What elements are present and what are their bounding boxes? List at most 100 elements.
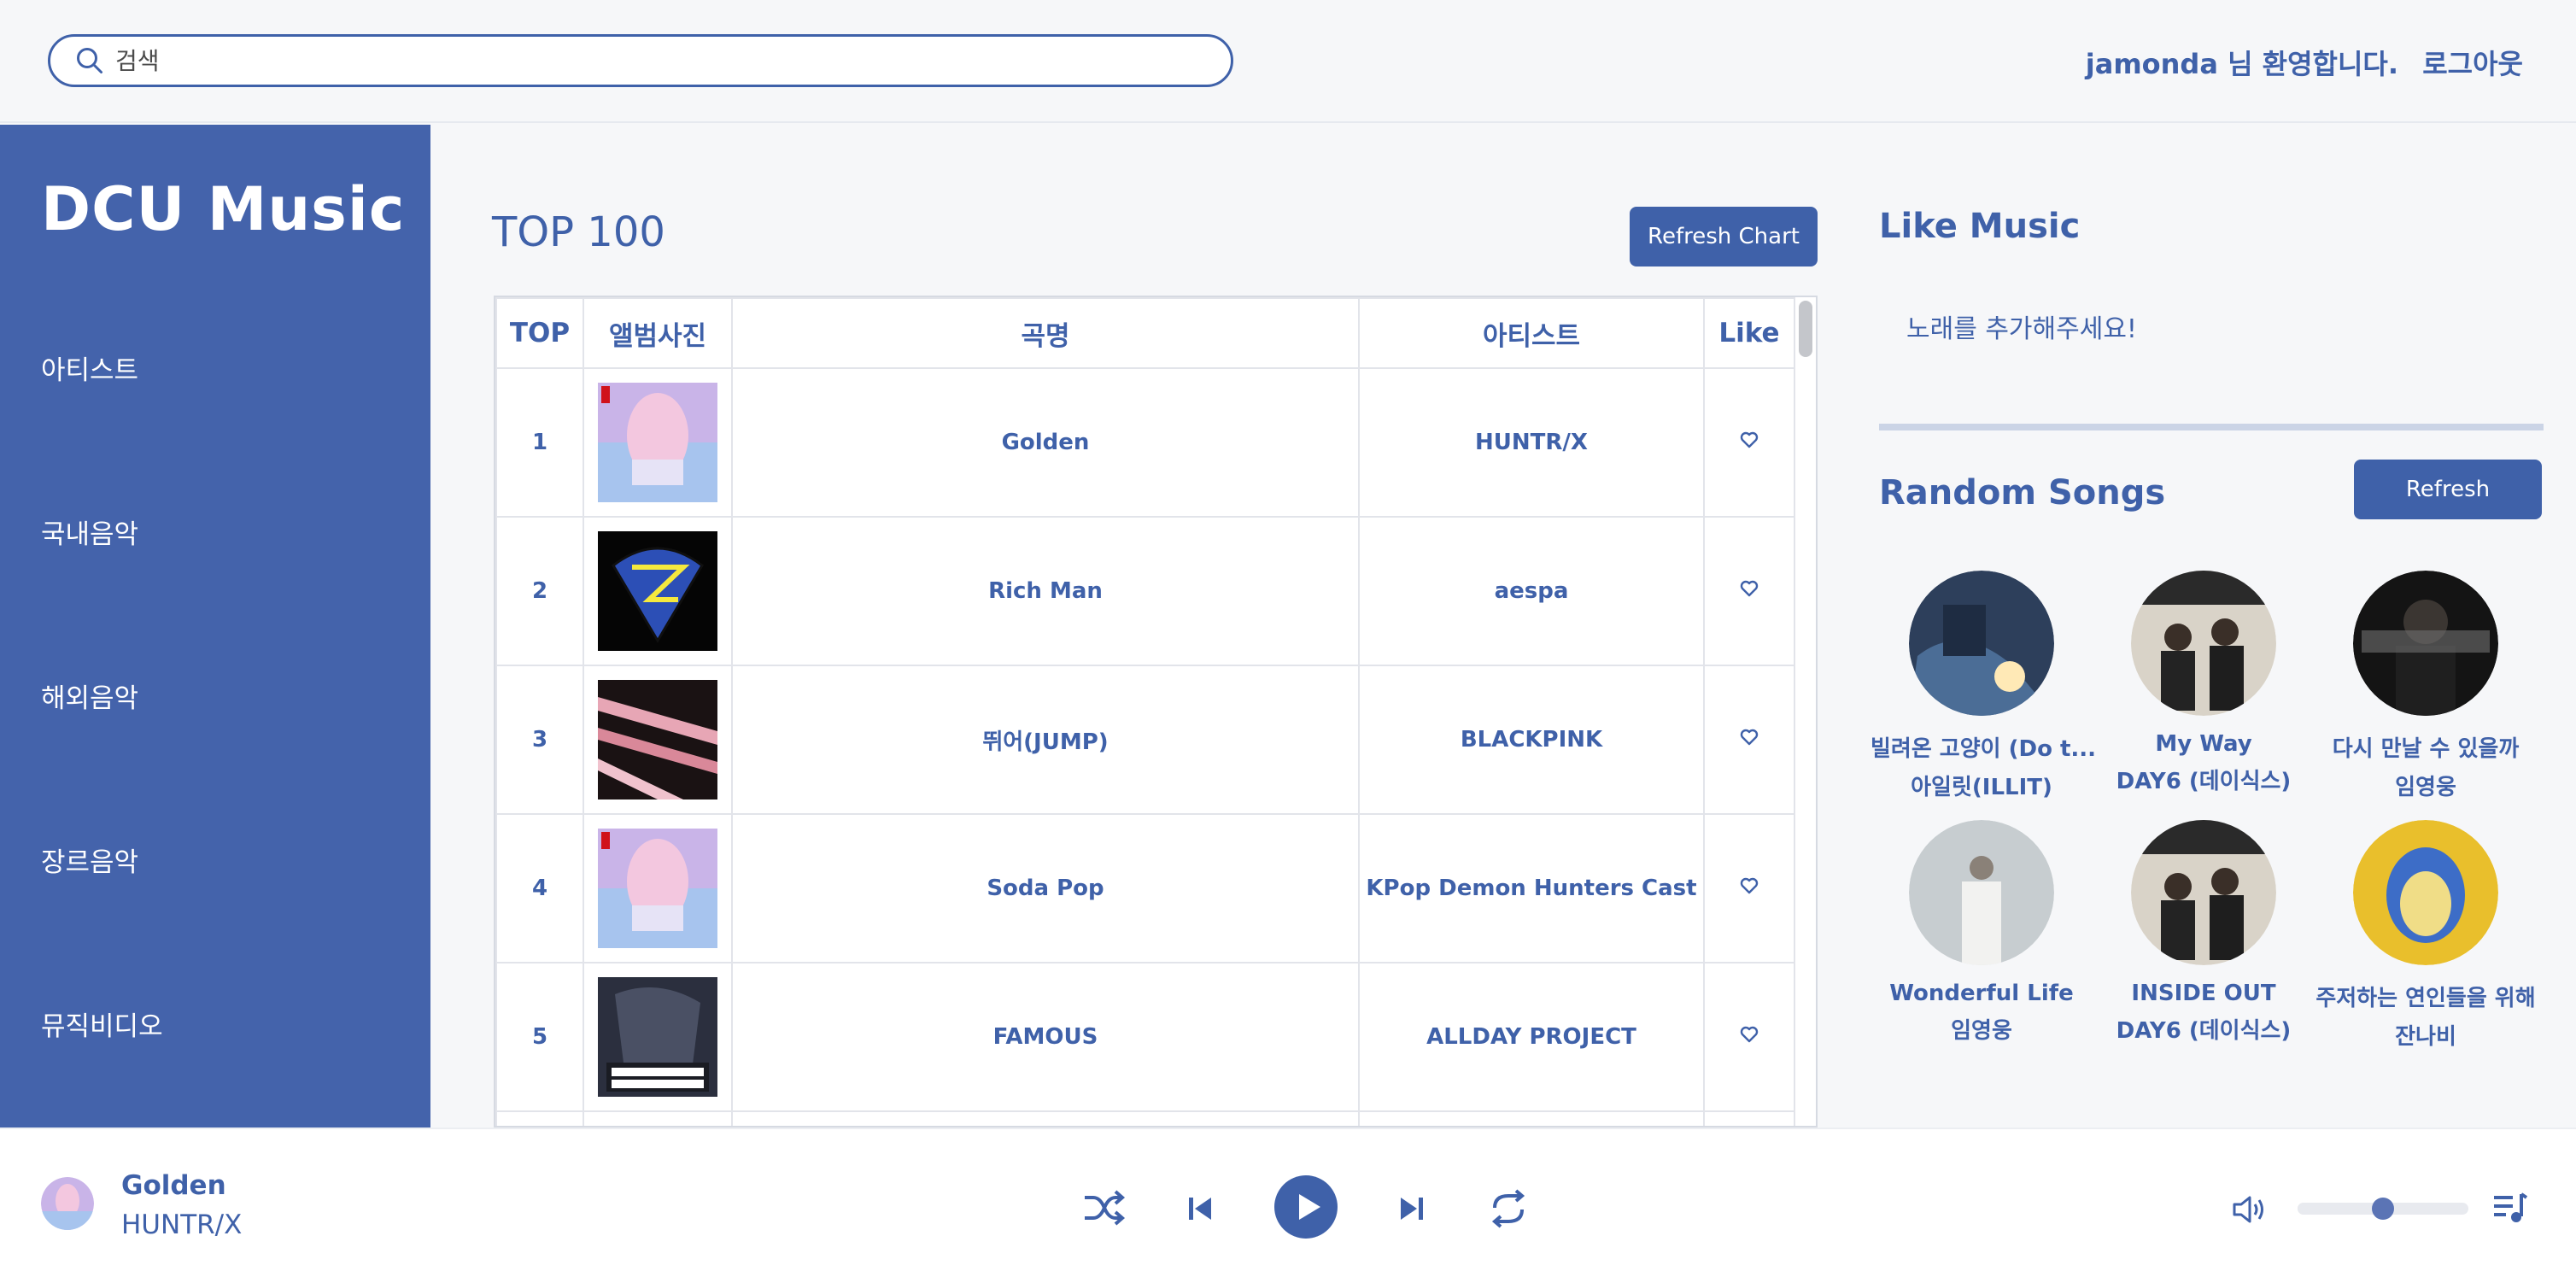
album-cover (598, 977, 717, 1097)
column-header-album: 앨범사진 (583, 297, 733, 369)
like-cell (1703, 962, 1795, 1112)
playlist-icon[interactable] (2492, 1191, 2528, 1225)
random-song-card[interactable]: INSIDE OUT DAY6 (데이식스) (2093, 820, 2315, 1045)
album-cover (598, 531, 717, 651)
previous-icon[interactable] (1186, 1194, 1215, 1223)
album-cell (583, 962, 733, 1112)
sidebar-item-music-video[interactable]: 뮤직비디오 (41, 1004, 163, 1043)
song-title: 빌려온 고양이 (Do t... (1871, 736, 2097, 762)
song-title-cell[interactable]: Golden (731, 367, 1360, 518)
album-cell (583, 367, 733, 518)
table-row[interactable]: 3 뛰어(JUMP) BLACKPINK (495, 665, 1795, 815)
rank-cell: 1 (495, 367, 584, 518)
random-song-card[interactable]: Wonderful Life 임영웅 (1871, 820, 2093, 1045)
play-button[interactable] (1274, 1175, 1338, 1239)
table-row[interactable]: 1 Golden HUNTR/X (495, 367, 1795, 518)
heart-icon[interactable] (1739, 1024, 1759, 1045)
refresh-random-button[interactable]: Refresh (2354, 460, 2542, 519)
table-row[interactable] (495, 1110, 1795, 1126)
column-header-like: Like (1703, 297, 1795, 369)
random-songs-title: Random Songs (1879, 473, 2166, 512)
column-header-rank: TOP (495, 297, 584, 369)
song-artist: 임영웅 (1951, 1018, 2012, 1044)
repeat-icon[interactable] (1488, 1189, 1529, 1228)
sidebar-item-domestic[interactable]: 국내음악 (41, 512, 138, 551)
volume-icon[interactable] (2231, 1194, 2265, 1225)
artist-cell[interactable]: KPop Demon Hunters Cast (1358, 813, 1705, 964)
now-playing-title: Golden (121, 1170, 226, 1201)
heart-icon[interactable] (1739, 430, 1759, 450)
song-artist: DAY6 (데이식스) (2116, 1018, 2292, 1044)
artist-cell[interactable]: BLACKPINK (1358, 665, 1705, 815)
now-playing-cover (41, 1177, 94, 1230)
column-header-artist: 아티스트 (1358, 297, 1705, 369)
song-artist: 잔나비 (2395, 1024, 2456, 1050)
volume-slider-fill (2298, 1203, 2383, 1215)
song-artist: 아일릿(ILLIT) (1911, 775, 2052, 800)
chart-table[interactable]: TOP 앨범사진 곡명 아티스트 Like 1 Golden HUNTR/X 2… (494, 296, 1818, 1128)
rank-cell: 5 (495, 962, 584, 1112)
artist-cell[interactable]: HUNTR/X (1358, 367, 1705, 518)
rank-cell: 3 (495, 665, 584, 815)
refresh-chart-button[interactable]: Refresh Chart (1630, 207, 1818, 266)
table-row[interactable]: 2 Rich Man aespa (495, 516, 1795, 666)
table-scrollbar[interactable] (1799, 301, 1812, 357)
column-header-title: 곡명 (731, 297, 1360, 369)
album-cover (598, 829, 717, 948)
song-cover (2131, 820, 2276, 965)
song-title: My Way (2155, 731, 2252, 757)
chart-title: TOP 100 (492, 208, 665, 256)
heart-icon[interactable] (1739, 727, 1759, 747)
like-cell (1703, 516, 1795, 666)
album-cell (583, 1110, 733, 1126)
song-cover (2353, 820, 2498, 965)
table-header-row: TOP 앨범사진 곡명 아티스트 Like (495, 297, 1795, 369)
song-cover (1909, 571, 2054, 716)
song-title: Wonderful Life (1889, 981, 2074, 1006)
table-row[interactable]: 4 Soda Pop KPop Demon Hunters Cast (495, 813, 1795, 964)
album-cell (583, 813, 733, 964)
volume-slider-knob[interactable] (2372, 1198, 2394, 1220)
header: jamonda 님 환영합니다. 로그아웃 (0, 0, 2576, 123)
sidebar: DCU Music 아티스트 국내음악 해외음악 장르음악 뮤직비디오 (0, 125, 430, 1128)
app-logo[interactable]: DCU Music (41, 174, 405, 244)
volume-slider[interactable] (2298, 1198, 2468, 1220)
song-title: 주저하는 연인들을 위해 (2315, 986, 2536, 1011)
like-cell (1703, 665, 1795, 815)
player-bar: Golden HUNTR/X (0, 1128, 2576, 1271)
logout-link[interactable]: 로그아웃 (2422, 43, 2523, 82)
artist-cell[interactable]: aespa (1358, 516, 1705, 666)
song-cover (2131, 571, 2276, 716)
like-music-title: Like Music (1879, 207, 2081, 246)
song-artist: 임영웅 (2395, 775, 2456, 800)
table-row[interactable]: 5 FAMOUS ALLDAY PROJECT (495, 962, 1795, 1112)
sidebar-item-international[interactable]: 해외음악 (41, 676, 138, 715)
search-icon (77, 48, 102, 73)
next-icon[interactable] (1397, 1194, 1426, 1223)
song-title-cell[interactable]: Soda Pop (731, 813, 1360, 964)
random-song-card[interactable]: My Way DAY6 (데이식스) (2093, 571, 2315, 795)
search-bar[interactable] (48, 34, 1233, 87)
random-song-card[interactable]: 빌려온 고양이 (Do t... 아일릿(ILLIT) (1871, 571, 2097, 801)
song-title-cell[interactable]: FAMOUS (731, 962, 1360, 1112)
song-title: INSIDE OUT (2131, 981, 2276, 1006)
song-title-cell[interactable]: 뛰어(JUMP) (731, 665, 1360, 815)
like-music-empty-text: 노래를 추가해주세요! (1906, 314, 2137, 344)
album-cell (583, 665, 733, 815)
welcome-suffix: 님 환영합니다. (2217, 48, 2398, 80)
heart-icon[interactable] (1739, 578, 1759, 599)
shuffle-icon[interactable] (1081, 1189, 1126, 1227)
like-cell (1703, 367, 1795, 518)
album-cover (598, 680, 717, 800)
heart-icon[interactable] (1739, 876, 1759, 896)
search-input[interactable] (115, 46, 1183, 75)
random-song-card[interactable]: 다시 만날 수 있을까 임영웅 (2315, 571, 2537, 801)
artist-cell[interactable]: ALLDAY PROJECT (1358, 962, 1705, 1112)
username: jamonda (2085, 48, 2218, 80)
sidebar-item-artists[interactable]: 아티스트 (41, 348, 138, 387)
random-song-card[interactable]: 주저하는 연인들을 위해 잔나비 (2315, 820, 2537, 1051)
sidebar-item-genre[interactable]: 장르음악 (41, 840, 138, 879)
song-title-cell[interactable]: Rich Man (731, 516, 1360, 666)
album-cover (598, 383, 717, 502)
section-divider (1879, 424, 2544, 430)
